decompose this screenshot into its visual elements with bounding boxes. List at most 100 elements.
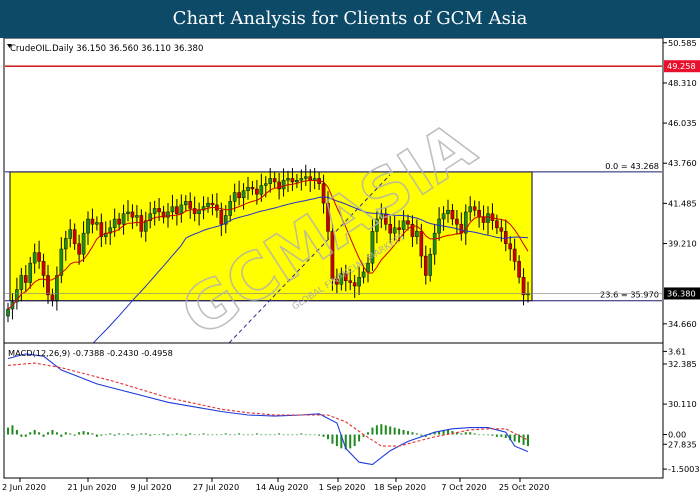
candle-body (415, 231, 419, 237)
macd-histogram-bar (149, 434, 152, 436)
macd-histogram-bar (91, 433, 94, 435)
candle-body (357, 277, 361, 287)
macd-histogram-bar (380, 424, 383, 435)
candle-body (126, 211, 130, 214)
candle-body (72, 229, 77, 244)
macd-histogram-bar (198, 434, 201, 436)
macd-histogram-bar (491, 434, 494, 436)
macd-histogram-bar (251, 434, 254, 436)
candle-body (175, 206, 179, 214)
candle-body (179, 204, 184, 214)
macd-histogram-bar (384, 425, 387, 435)
candle-body (446, 209, 450, 214)
candle-body (455, 218, 459, 225)
candle-body (481, 217, 486, 223)
macd-histogram-bar (322, 434, 325, 437)
candle-body (246, 187, 250, 191)
macd-histogram-bar (273, 434, 276, 436)
price-chart: 0.0 = 43.26823.6 = 35.97038.2 = 31.45550… (2, 37, 700, 492)
macd-histogram-bar (193, 434, 196, 436)
chart-area: 0.0 = 43.26823.6 = 35.97038.2 = 31.45550… (0, 37, 700, 500)
macd-histogram-bar (264, 434, 267, 436)
macd-histogram-bar (109, 433, 112, 435)
candle-body (441, 213, 446, 220)
macd-histogram-bar (482, 434, 485, 436)
macd-histogram-bar (282, 434, 285, 436)
candle-body (63, 238, 68, 250)
macd-pane: MACD(12,26,9) -0.7388 -0.2430 -0.4958 3.6… (2, 342, 700, 492)
candle-body (503, 231, 508, 244)
x-tick-label: 27 Jul 2020 (193, 482, 239, 492)
macd-histogram-bar (300, 433, 303, 435)
candle-body (6, 308, 10, 317)
candle-body (117, 218, 121, 225)
macd-histogram-bar (7, 427, 9, 435)
macd-histogram-bar (171, 434, 174, 436)
candle-body (210, 202, 215, 206)
macd-histogram-bar (309, 434, 312, 436)
macd-histogram-bar (469, 432, 472, 435)
macd-histogram-bar (140, 433, 143, 435)
macd-histogram-bar (358, 434, 361, 442)
macd-histogram-bar (295, 434, 298, 436)
candle-body (206, 202, 210, 207)
macd-histogram-bar (87, 432, 89, 435)
candle-body (312, 178, 317, 181)
macd-histogram-bar (407, 431, 409, 435)
macd-histogram-bar (78, 432, 81, 435)
macd-histogram-bar (331, 434, 334, 444)
macd-histogram-bar (247, 434, 249, 436)
macd-histogram-bar (233, 434, 236, 436)
x-tick-label: 14 Aug 2020 (256, 482, 308, 492)
macd-histogram-bar (389, 426, 392, 435)
candle-body (459, 224, 464, 234)
x-tick-label: 9 Jul 2020 (130, 482, 171, 492)
macd-histogram-bar (375, 425, 378, 435)
macd-histogram-bar (162, 433, 165, 435)
y-tick-label: 30.110 (668, 399, 697, 409)
candle-body (95, 222, 99, 225)
macd-histogram-bar (393, 427, 396, 435)
candle-body (486, 213, 490, 223)
candle-body (112, 218, 117, 229)
macd-histogram-bar (402, 429, 405, 435)
candle-body (495, 220, 499, 229)
macd-histogram-bar (73, 434, 76, 436)
candle-body (237, 192, 241, 199)
candle-body (361, 271, 366, 278)
macd-histogram-bar (522, 434, 525, 445)
candle-body (259, 185, 264, 195)
candle-body (299, 178, 304, 181)
macd-histogram-bar (11, 425, 14, 435)
candle-body (517, 261, 521, 278)
macd-histogram-bar (100, 434, 103, 436)
candle-body (86, 218, 90, 234)
y-tick-label: 48.310 (668, 78, 697, 88)
candle-body (219, 209, 224, 225)
x-tick-label: 18 Sep 2020 (374, 482, 426, 492)
macd-histogram-bar (242, 434, 245, 436)
macd-histogram-bar (29, 432, 32, 435)
macd-y-tick-label: 3.61 (668, 346, 686, 356)
macd-histogram-bar (335, 434, 338, 447)
macd-histogram-bar (33, 429, 36, 435)
candle-body (188, 201, 193, 209)
candle-body (508, 243, 513, 250)
candle-body (255, 188, 259, 195)
macd-histogram-bar (353, 434, 356, 447)
macd-histogram-bar (527, 434, 529, 447)
macd-histogram-bar (500, 434, 503, 437)
candle-body (272, 178, 277, 183)
candle-body (286, 178, 290, 181)
candle-body (19, 275, 24, 290)
macd-histogram-bar (349, 434, 352, 449)
x-tick-label: 2 Jun 2020 (2, 482, 46, 492)
macd-histogram-bar (229, 434, 232, 436)
candle-body (512, 248, 517, 262)
candle-body (135, 215, 139, 218)
macd-histogram-bar (144, 433, 147, 435)
candle-body (348, 280, 353, 283)
macd-histogram-bar (278, 433, 281, 435)
macd-histogram-bar (135, 434, 138, 436)
macd-histogram-bar (82, 431, 85, 435)
